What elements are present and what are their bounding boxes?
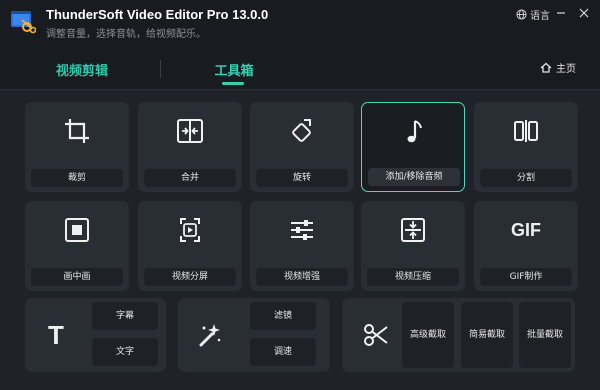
tool-rotate[interactable]: 旋转 — [250, 102, 354, 192]
cut-tools-group: 高级截取 简易截取 批量截取 — [342, 298, 575, 372]
text-tools-group: T 字幕 文字 — [25, 298, 166, 372]
tool-label: 画中画 — [31, 268, 123, 286]
split-screen-icon — [175, 215, 205, 245]
magic-wand-icon — [194, 320, 224, 350]
close-button[interactable] — [576, 5, 592, 21]
simple-cut-button[interactable]: 简易截取 — [461, 302, 513, 368]
title-bar: ThunderSoft Video Editor Pro 13.0.0 调整音量… — [0, 0, 600, 46]
app-title: ThunderSoft Video Editor Pro 13.0.0 — [46, 7, 269, 22]
filter-button[interactable]: 滤镜 — [250, 302, 316, 330]
home-icon — [540, 62, 552, 73]
advanced-cut-button[interactable]: 高级截取 — [402, 302, 454, 368]
gif-icon: GIF — [511, 219, 541, 240]
tool-label: 合并 — [144, 169, 236, 187]
batch-cut-button[interactable]: 批量截取 — [519, 302, 571, 368]
effects-tools-group: 滤镜 调速 — [178, 298, 330, 372]
tool-picture-in-picture[interactable]: 画中画 — [25, 201, 129, 291]
app-subtitle: 调整音量，选择音轨，给视频配乐。 — [46, 29, 206, 40]
text-button[interactable]: 文字 — [92, 338, 158, 366]
subtitle-button[interactable]: 字幕 — [92, 302, 158, 330]
picture-in-picture-icon — [62, 215, 92, 245]
tool-label: 裁剪 — [31, 169, 123, 187]
close-icon — [579, 8, 589, 18]
home-button[interactable]: 主页 — [540, 60, 576, 75]
tool-video-enhance[interactable]: 视频增强 — [250, 201, 354, 291]
music-note-icon — [399, 117, 429, 147]
scissors-icon — [361, 320, 391, 350]
tool-split[interactable]: 分割 — [474, 102, 578, 192]
tool-add-remove-audio[interactable]: 添加/移除音频 — [361, 102, 465, 192]
split-icon — [511, 116, 541, 146]
tool-label: 视频压缩 — [367, 268, 459, 286]
tool-label: 旋转 — [256, 169, 348, 187]
app-logo-icon — [10, 8, 36, 34]
tool-merge[interactable]: 合并 — [138, 102, 242, 192]
active-tab-indicator — [222, 82, 244, 85]
globe-icon — [516, 8, 527, 20]
tool-label: 视频分屏 — [144, 268, 236, 286]
tab-divider — [160, 60, 161, 78]
tool-label: GIF制作 — [480, 268, 572, 286]
tool-label: 分割 — [480, 169, 572, 187]
tool-gif-maker[interactable]: GIF GIF制作 — [474, 201, 578, 291]
tab-video-editing[interactable]: 视频剪辑 — [50, 60, 114, 84]
language-label: 语言 — [530, 10, 550, 22]
text-icon: T — [48, 319, 64, 350]
rotate-icon — [287, 116, 317, 146]
tab-toolbox[interactable]: 工具箱 — [208, 60, 260, 84]
minimize-icon — [557, 12, 565, 14]
minimize-button[interactable] — [553, 5, 569, 21]
compress-icon — [398, 215, 428, 245]
tool-crop[interactable]: 裁剪 — [25, 102, 129, 192]
merge-icon — [175, 116, 205, 146]
home-label: 主页 — [556, 64, 576, 75]
tool-split-screen[interactable]: 视频分屏 — [138, 201, 242, 291]
tool-label: 视频增强 — [256, 268, 348, 286]
language-button[interactable]: 语言 — [516, 6, 550, 22]
speed-button[interactable]: 调速 — [250, 338, 316, 366]
tool-video-compress[interactable]: 视频压缩 — [361, 201, 465, 291]
crop-icon — [62, 116, 92, 146]
sliders-icon — [287, 215, 317, 245]
tool-label: 添加/移除音频 — [368, 168, 460, 186]
